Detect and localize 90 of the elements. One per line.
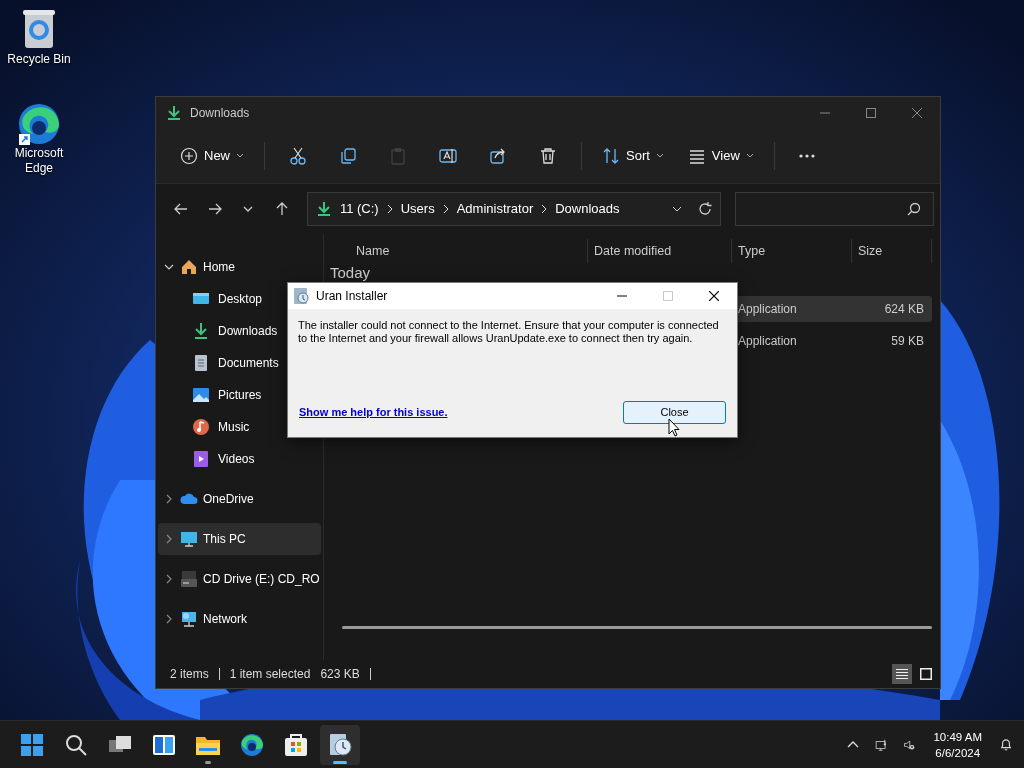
column-header[interactable]: Type (732, 239, 852, 263)
browser-icon[interactable] (17, 102, 61, 146)
download-icon (315, 201, 332, 217)
copy-icon (339, 146, 357, 165)
sidebar-item[interactable]: Home (158, 251, 321, 283)
window-title: Downloads (190, 104, 250, 122)
home-icon (180, 258, 198, 276)
download-icon (166, 104, 182, 121)
close-icon (912, 107, 922, 118)
video-icon (192, 450, 210, 468)
search-icon (907, 202, 921, 216)
chevron-icon (386, 205, 393, 213)
sidebar-item[interactable]: Network (158, 603, 321, 635)
image-icon (192, 386, 210, 404)
chevron-up-icon (847, 741, 860, 748)
maximize-icon (866, 107, 876, 118)
status-text: 623 KB (320, 666, 360, 683)
table-cell-text: 624 KB (883, 301, 924, 318)
chevron-icon[interactable] (164, 574, 174, 584)
monitor-icon (180, 530, 198, 548)
chevron-icon[interactable] (164, 262, 174, 272)
download-icon (192, 322, 210, 340)
sidebar-item[interactable]: Videos (158, 443, 321, 475)
installer-button[interactable] (320, 724, 360, 765)
column-header[interactable]: Date modified (588, 239, 732, 263)
document-icon (192, 354, 210, 372)
caret-icon (655, 152, 664, 159)
breadcrumb[interactable]: Downloads (555, 199, 620, 219)
breadcrumb[interactable]: Users (400, 199, 435, 219)
plus-circle-icon (180, 146, 198, 165)
chevron-icon[interactable] (164, 614, 174, 624)
address-bar[interactable]: 11 (C:) Users Administrator Downloads (306, 192, 721, 226)
rename-icon (439, 146, 457, 165)
installer-icon (327, 731, 353, 758)
chevron-icon (442, 205, 449, 213)
clock-date: 6/6/2024 (935, 745, 981, 761)
cut-icon (289, 146, 307, 165)
desktop-icon-label[interactable]: Microsoft Edge (4, 146, 74, 176)
scrollbar[interactable] (342, 626, 932, 629)
more-icon (798, 153, 815, 158)
speaker-muted-icon (903, 737, 916, 752)
sidebar-item[interactable]: OneDrive (158, 483, 321, 515)
shopping-bag-icon (283, 731, 309, 758)
chevron-icon[interactable] (164, 494, 174, 504)
column-header[interactable]: Name (324, 239, 588, 263)
table-cell-text: 59 KB (890, 333, 924, 350)
table-cell-text: Application (737, 301, 798, 318)
caret-icon (745, 152, 754, 159)
windows-logo-icon (19, 731, 45, 758)
paste-icon (389, 146, 407, 165)
status-text: 1 item selected (229, 666, 311, 683)
back-icon (172, 201, 189, 217)
desktop-icon-label[interactable]: Recycle Bin (4, 52, 74, 67)
breadcrumb[interactable]: Administrator (456, 199, 534, 219)
caret-icon (236, 152, 244, 159)
forward-icon (206, 201, 223, 217)
disc-drive-icon (180, 570, 198, 588)
maximize-icon (663, 291, 673, 301)
toolbar-button[interactable]: New (170, 137, 254, 174)
list-icon (896, 669, 908, 679)
clock-time: 10:49 AM (933, 729, 982, 745)
browser-icon (239, 731, 265, 758)
bell-icon (1000, 737, 1012, 752)
column-header[interactable]: Size (852, 239, 932, 263)
sidebar-item[interactable]: This PC (158, 523, 321, 555)
chevron-icon (541, 205, 548, 213)
close-button[interactable]: Close (623, 401, 726, 424)
sidebar-item[interactable]: CD Drive (E:) CD_RO (158, 563, 321, 595)
square-icon (920, 668, 932, 680)
sort-icon (602, 146, 620, 165)
music-icon (192, 418, 210, 436)
refresh-icon[interactable] (697, 202, 712, 216)
trash-icon (539, 146, 557, 165)
search-field[interactable] (734, 192, 934, 226)
share-icon (489, 146, 507, 165)
breadcrumb[interactable]: 11 (C:) (339, 199, 379, 219)
dropdown-icon[interactable] (671, 206, 682, 212)
toolbar-button[interactable]: View (677, 137, 764, 174)
help-link[interactable]: Show me help for this issue. (299, 404, 448, 421)
close-icon (709, 291, 719, 301)
installer-icon (292, 287, 310, 305)
dialog-message: The installer could not connect to the Internet. Ensure that your computer is connected to the Internet and your firewall allows UranUpdate.exe to connect then try again. (297, 318, 720, 345)
network-icon (180, 610, 198, 628)
dialog-title: Uran Installer (316, 288, 388, 305)
group-header[interactable]: Today (330, 264, 371, 282)
status-text: 2 items (170, 666, 209, 683)
cursor-icon (668, 418, 680, 437)
details-view-button[interactable] (892, 664, 912, 684)
table-cell-text: Application (737, 333, 798, 350)
toolbar-button[interactable]: Sort (592, 137, 674, 174)
